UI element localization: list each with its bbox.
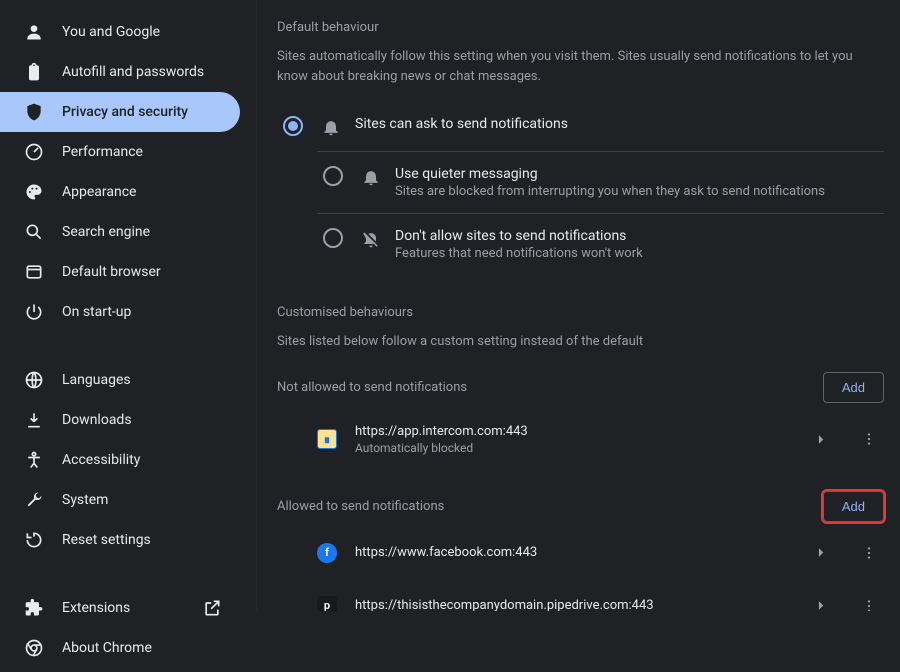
sidebar-item-label: Reset settings (62, 532, 240, 548)
palette-icon (24, 182, 44, 202)
accessibility-icon (24, 450, 44, 470)
more-options-icon[interactable] (860, 430, 878, 448)
option-quieter[interactable]: Use quieter messaging Sites are blocked … (317, 151, 884, 213)
sidebar-item-label: System (62, 492, 240, 508)
option-block[interactable]: Don't allow sites to send notifications … (317, 213, 884, 275)
sidebar-item-languages[interactable]: Languages (0, 360, 240, 400)
customised-title: Customised behaviours (277, 305, 884, 320)
nav-group-3: Extensions About Chrome (0, 584, 256, 672)
site-url: https://app.intercom.com:443 (355, 424, 812, 439)
bell-icon (361, 167, 381, 187)
settings-sidebar: You and Google Autofill and passwords Pr… (0, 0, 257, 611)
shield-icon (24, 102, 44, 122)
add-blocked-button[interactable]: Add (823, 372, 884, 403)
sidebar-item-privacy[interactable]: Privacy and security (0, 92, 240, 132)
sidebar-item-you[interactable]: You and Google (0, 12, 240, 52)
allowed-header: Allowed to send notifications Add (277, 491, 884, 522)
sidebar-item-search[interactable]: Search engine (0, 212, 240, 252)
power-icon (24, 302, 44, 322)
speedometer-icon (24, 142, 44, 162)
sidebar-item-label: Languages (62, 372, 240, 388)
extension-icon (24, 598, 44, 618)
notification-mode-radiogroup: Sites can ask to send notifications Use … (277, 102, 884, 275)
sidebar-item-label: Appearance (62, 184, 240, 200)
allowed-site-row[interactable]: p https://thisisthecompanydomain.pipedri… (277, 583, 884, 612)
download-icon (24, 410, 44, 430)
customised-desc: Sites listed below follow a custom setti… (277, 332, 884, 352)
reset-icon (24, 530, 44, 550)
sidebar-item-onstartup[interactable]: On start-up (0, 292, 240, 332)
sidebar-item-label: Extensions (62, 600, 192, 616)
sidebar-item-label: Performance (62, 144, 240, 160)
search-icon (24, 222, 44, 242)
option-label: Sites can ask to send notifications (355, 116, 884, 132)
open-external-icon (202, 598, 222, 618)
site-url: https://www.facebook.com:443 (355, 545, 812, 560)
chevron-right-icon[interactable] (812, 544, 830, 562)
sidebar-item-label: Privacy and security (62, 104, 240, 120)
sidebar-item-autofill[interactable]: Autofill and passwords (0, 52, 240, 92)
sidebar-item-label: Autofill and passwords (62, 64, 240, 80)
default-behaviour-title: Default behaviour (277, 20, 884, 35)
blocked-site-row[interactable]: ∎ https://app.intercom.com:443 Automatic… (277, 411, 884, 467)
site-status: Automatically blocked (355, 441, 812, 455)
radio-icon[interactable] (323, 228, 343, 248)
sidebar-item-about[interactable]: About Chrome (0, 628, 240, 668)
option-sublabel: Features that need notifications won't w… (395, 246, 884, 261)
radio-icon[interactable] (283, 116, 303, 136)
site-url: https://thisisthecompanydomain.pipedrive… (355, 598, 812, 611)
sidebar-item-label: About Chrome (62, 640, 240, 656)
more-options-icon[interactable] (860, 544, 878, 562)
radio-icon[interactable] (323, 166, 343, 186)
option-label: Don't allow sites to send notifications (395, 228, 884, 244)
not-allowed-label: Not allowed to send notifications (277, 380, 467, 395)
clipboard-icon (24, 62, 44, 82)
sidebar-item-performance[interactable]: Performance (0, 132, 240, 172)
nav-group-1: You and Google Autofill and passwords Pr… (0, 8, 256, 336)
allowed-site-row[interactable]: f https://www.facebook.com:443 (277, 530, 884, 575)
sidebar-item-label: On start-up (62, 304, 240, 320)
sidebar-item-system[interactable]: System (0, 480, 240, 520)
default-behaviour-desc: Sites automatically follow this setting … (277, 47, 884, 86)
sidebar-item-label: You and Google (62, 24, 240, 40)
option-ask[interactable]: Sites can ask to send notifications (277, 102, 884, 151)
globe-icon (24, 370, 44, 390)
bell-off-icon (361, 229, 381, 249)
add-allowed-button[interactable]: Add (823, 491, 884, 522)
not-allowed-header: Not allowed to send notifications Add (277, 372, 884, 403)
sidebar-item-defaultbrowser[interactable]: Default browser (0, 252, 240, 292)
chevron-right-icon[interactable] (812, 597, 830, 612)
sidebar-item-label: Downloads (62, 412, 240, 428)
site-favicon-icon: ∎ (317, 429, 337, 449)
sidebar-item-accessibility[interactable]: Accessibility (0, 440, 240, 480)
option-label: Use quieter messaging (395, 166, 884, 182)
person-icon (24, 22, 44, 42)
allowed-label: Allowed to send notifications (277, 499, 444, 514)
chevron-right-icon[interactable] (812, 430, 830, 448)
chrome-icon (24, 638, 44, 658)
sidebar-item-label: Default browser (62, 264, 240, 280)
bell-icon (321, 117, 341, 137)
option-sublabel: Sites are blocked from interrupting you … (395, 184, 884, 199)
nav-group-2: Languages Downloads Accessibility System… (0, 356, 256, 564)
sidebar-item-label: Accessibility (62, 452, 240, 468)
site-favicon-icon: f (317, 543, 337, 563)
site-favicon-icon: p (317, 596, 337, 612)
wrench-icon (24, 490, 44, 510)
sidebar-item-downloads[interactable]: Downloads (0, 400, 240, 440)
more-options-icon[interactable] (860, 597, 878, 612)
sidebar-item-extensions[interactable]: Extensions (0, 588, 240, 628)
sidebar-item-appearance[interactable]: Appearance (0, 172, 240, 212)
sidebar-item-reset[interactable]: Reset settings (0, 520, 240, 560)
sidebar-item-label: Search engine (62, 224, 240, 240)
settings-main: Default behaviour Sites automatically fo… (257, 0, 900, 611)
browser-icon (24, 262, 44, 282)
